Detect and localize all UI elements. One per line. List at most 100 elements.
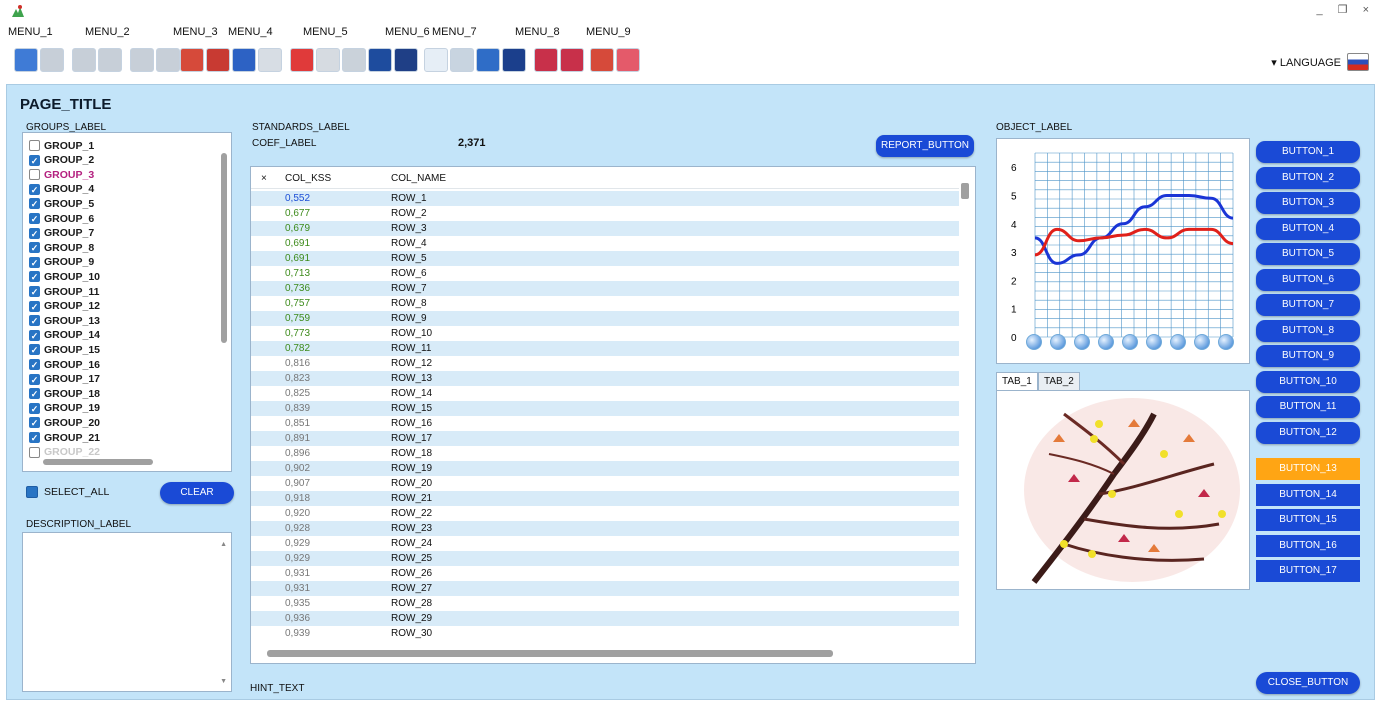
table-row[interactable]: 0,907 ROW_20 (251, 476, 959, 491)
checkbox-icon[interactable]: ✓ (29, 227, 40, 239)
side-button[interactable]: BUTTON_8 (1256, 319, 1360, 342)
menu-item-5[interactable]: MENU_5 (303, 26, 348, 38)
close-button[interactable]: CLOSE_BUTTON (1256, 672, 1360, 694)
table-row[interactable]: 0,823 ROW_13 (251, 371, 959, 386)
side-button[interactable]: BUTTON_12 (1256, 421, 1360, 444)
action-button[interactable]: BUTTON_15 (1256, 509, 1360, 531)
description-textarea[interactable]: ▲ ▼ (22, 532, 232, 692)
side-button[interactable]: BUTTON_4 (1256, 217, 1360, 240)
stomach-icon[interactable] (1146, 334, 1162, 350)
table-row[interactable]: 0,782 ROW_11 (251, 341, 959, 356)
language-selector[interactable]: ▾ LANGUAGE (1271, 53, 1369, 71)
action-button[interactable]: BUTTON_16 (1256, 534, 1360, 557)
table-row[interactable]: 0,931 ROW_27 (251, 581, 959, 596)
group-item[interactable]: ✓ GROUP_14 (29, 329, 100, 342)
groups-vscroll[interactable] (221, 153, 227, 343)
table-vscroll[interactable] (961, 183, 969, 199)
mail-icon[interactable] (616, 48, 640, 72)
menu-item-6[interactable]: MENU_6 (385, 26, 430, 38)
checkbox-icon[interactable] (29, 140, 40, 151)
table-row[interactable]: 0,679 ROW_3 (251, 221, 959, 236)
action-button[interactable]: BUTTON_13 (1256, 458, 1360, 480)
checkbox-icon[interactable]: ✓ (29, 183, 40, 195)
checkbox-icon[interactable]: ✓ (29, 432, 40, 443)
table-row[interactable]: 0,552 ROW_1 (251, 191, 959, 206)
select-all-checkbox[interactable]: SELECT_ALL (26, 486, 109, 498)
group-item[interactable]: ✓ GROUP_21 (29, 431, 100, 444)
meter-icon[interactable] (232, 48, 256, 72)
side-button[interactable]: BUTTON_3 (1256, 192, 1360, 214)
save-icon[interactable] (534, 48, 558, 72)
bones-icon[interactable] (1194, 334, 1210, 350)
table-row[interactable]: 0,935 ROW_28 (251, 596, 959, 611)
side-button[interactable]: BUTTON_1 (1256, 141, 1360, 163)
checkbox-icon[interactable]: ✓ (29, 286, 40, 297)
table-row[interactable]: 0,891 ROW_17 (251, 431, 959, 446)
chart-bars-icon[interactable] (14, 48, 38, 72)
cross-icon[interactable] (290, 48, 314, 72)
group-item[interactable]: ✓ GROUP_9 (29, 256, 94, 269)
group-item[interactable]: ✓ GROUP_15 (29, 343, 100, 356)
checkbox-icon[interactable] (29, 169, 40, 181)
table-row[interactable]: 0,931 ROW_26 (251, 566, 959, 581)
table-row[interactable]: 0,736 ROW_7 (251, 281, 959, 296)
group-item[interactable]: ✓ GROUP_18 (29, 387, 100, 400)
table-row[interactable]: 0,816 ROW_12 (251, 356, 959, 371)
table-row[interactable]: 0,825 ROW_14 (251, 386, 959, 401)
ear-icon[interactable] (342, 48, 366, 72)
body-icon[interactable] (368, 48, 392, 72)
checkbox-icon[interactable]: ✓ (29, 154, 40, 166)
eye-icon[interactable] (316, 48, 340, 72)
sliders-alt-icon[interactable] (98, 48, 122, 72)
menu-item-9[interactable]: MENU_9 (586, 26, 631, 38)
group-item[interactable]: ✓ GROUP_5 (29, 197, 94, 210)
action-button[interactable]: BUTTON_14 (1256, 483, 1360, 506)
tools-icon[interactable] (590, 48, 614, 72)
table-row[interactable]: 0,839 ROW_15 (251, 401, 959, 416)
side-button[interactable]: BUTTON_2 (1256, 166, 1360, 189)
compare-icon[interactable] (40, 48, 64, 72)
brain-icon[interactable] (1026, 334, 1042, 350)
group-item[interactable]: ✓ GROUP_12 (29, 300, 100, 313)
group-item[interactable]: GROUP_1 (29, 139, 94, 152)
group-item[interactable]: ✓ GROUP_19 (29, 402, 100, 415)
menu-item-8[interactable]: MENU_8 (515, 26, 560, 38)
checkbox-icon[interactable]: ✓ (29, 213, 40, 224)
tab-process[interactable]: TAB_2 (1038, 372, 1080, 390)
checkbox-icon[interactable]: ✓ (29, 359, 40, 370)
group-item[interactable]: GROUP_3 (29, 168, 94, 181)
search-icon[interactable] (424, 48, 448, 72)
side-button[interactable]: BUTTON_9 (1256, 345, 1360, 367)
menu-item-7[interactable]: MENU_7 (432, 26, 477, 38)
side-button[interactable]: BUTTON_6 (1256, 268, 1360, 291)
save-alt-icon[interactable] (560, 48, 584, 72)
table-row[interactable]: 0,920 ROW_22 (251, 506, 959, 521)
group-item[interactable]: ✓ GROUP_16 (29, 358, 100, 371)
table-row[interactable]: 0,691 ROW_5 (251, 251, 959, 266)
table-row[interactable]: 0,928 ROW_23 (251, 521, 959, 536)
checkbox-icon[interactable]: ✓ (29, 344, 40, 356)
table-row[interactable]: 0,896 ROW_18 (251, 446, 959, 461)
table-row[interactable]: 0,677 ROW_2 (251, 206, 959, 221)
side-button[interactable]: BUTTON_10 (1256, 370, 1360, 393)
table-row[interactable]: 0,773 ROW_10 (251, 326, 959, 341)
group-item[interactable]: ✓ GROUP_7 (29, 227, 94, 240)
drop-icon[interactable] (258, 48, 282, 72)
menu-item-2[interactable]: MENU_2 (85, 26, 130, 38)
checkbox-icon[interactable]: ✓ (29, 315, 40, 327)
group-item[interactable]: ✓ GROUP_8 (29, 241, 94, 254)
table-row[interactable]: 0,939 ROW_30 (251, 626, 959, 641)
group-item[interactable]: ✓ GROUP_20 (29, 416, 100, 429)
liver-icon[interactable] (1098, 334, 1114, 350)
kidney-icon[interactable] (1122, 334, 1138, 350)
lungs-icon[interactable] (1074, 334, 1090, 350)
table-row[interactable]: 0,851 ROW_16 (251, 416, 959, 431)
3d-icon[interactable] (394, 48, 418, 72)
kss-column-header[interactable]: COL_KSS (285, 173, 331, 184)
grid-alt-icon[interactable] (156, 48, 180, 72)
checkbox-icon[interactable]: ✓ (29, 388, 40, 400)
sliders-icon[interactable] (72, 48, 96, 72)
checkbox-icon[interactable]: ✓ (29, 242, 40, 254)
group-item[interactable]: ✓ GROUP_4 (29, 183, 94, 196)
checkbox-icon[interactable]: ✓ (29, 417, 40, 429)
